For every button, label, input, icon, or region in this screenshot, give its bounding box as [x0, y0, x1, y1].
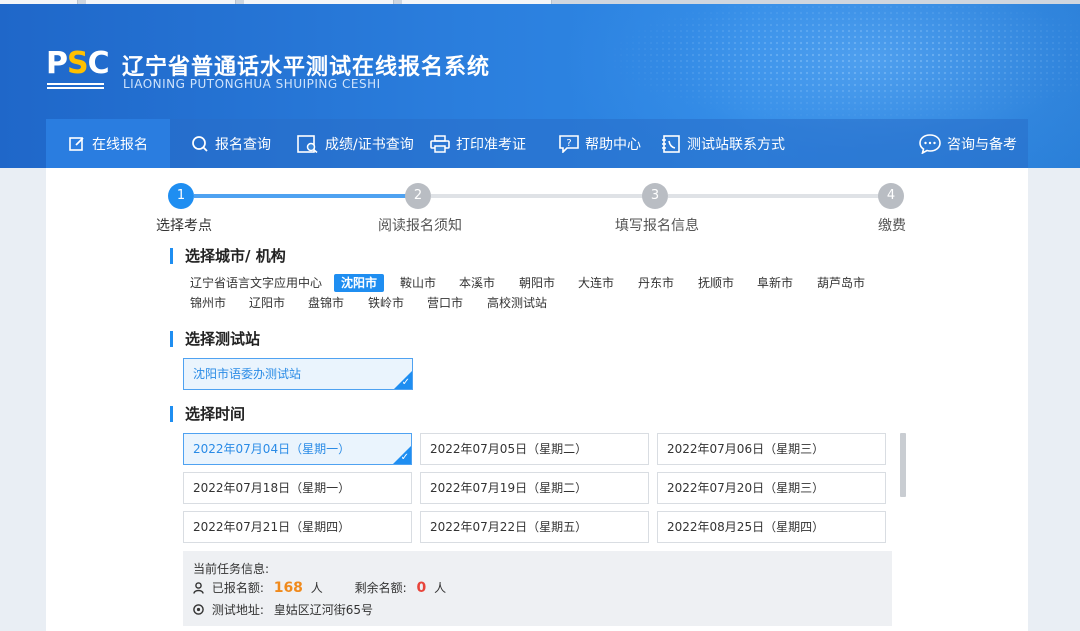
date-option[interactable]: 2022年07月05日（星期二）	[420, 433, 649, 465]
edit-icon	[68, 135, 86, 153]
quota-row: 已报名额: 168 人 剩余名额: 0 人	[193, 579, 446, 597]
step-connector	[431, 194, 649, 198]
nav-score-certificate-query[interactable]: 成绩/证书查询	[297, 119, 414, 168]
city-option[interactable]: 辽阳市	[249, 294, 285, 312]
check-icon: ✓	[400, 452, 409, 463]
section-title-city: 选择城市/ 机构	[170, 248, 286, 264]
city-option-selected[interactable]: 沈阳市	[334, 274, 385, 292]
city-option[interactable]: 铁岭市	[368, 294, 404, 312]
task-info-heading: 当前任务信息:	[193, 562, 270, 576]
printer-icon	[430, 134, 450, 153]
city-option[interactable]: 鞍山市	[400, 274, 436, 292]
date-option[interactable]: 2022年07月18日（星期一）	[183, 472, 412, 504]
date-option[interactable]: 2022年08月25日（星期四）	[657, 511, 886, 543]
step-4-indicator: 4	[878, 183, 904, 209]
city-option[interactable]: 辽宁省语言文字应用中心	[190, 274, 322, 292]
nav-station-contacts[interactable]: 测试站联系方式	[661, 119, 785, 168]
city-option[interactable]: 锦州市	[190, 294, 226, 312]
step-3-label: 填写报名信息	[615, 218, 699, 234]
city-option[interactable]: 阜新市	[757, 274, 793, 292]
remaining-count: 0	[416, 580, 427, 596]
nav-registration-query[interactable]: 报名查询	[191, 119, 271, 168]
main-nav: 在线报名 报名查询 成绩/证书查询 打印准考证 ? 帮助中心 测试站联系方式 咨…	[46, 119, 1028, 168]
city-option[interactable]: 营口市	[427, 294, 463, 312]
step-1-label: 选择考点	[156, 218, 212, 234]
contact-icon	[661, 134, 681, 153]
city-option[interactable]: 高校测试站	[487, 294, 547, 312]
nav-help-center[interactable]: ? 帮助中心	[559, 119, 641, 168]
address-row: 测试地址: 皇姑区辽河街65号	[193, 601, 373, 619]
psc-logo: PSC	[46, 48, 110, 89]
world-map-decoration	[600, 4, 1080, 124]
step-connector	[668, 194, 886, 198]
city-option[interactable]: 盘锦市	[308, 294, 344, 312]
address-value: 皇姑区辽河街65号	[273, 603, 373, 617]
station-option-selected[interactable]: 沈阳市语委办测试站 ✓	[183, 358, 413, 390]
date-option[interactable]: 2022年07月21日（星期四）	[183, 511, 412, 543]
svg-text:?: ?	[566, 138, 571, 149]
chat-icon	[919, 133, 941, 154]
date-option[interactable]: 2022年07月06日（星期三）	[657, 433, 886, 465]
site-subtitle: LIAONING PUTONGHUA SHUIPING CESHI	[123, 77, 381, 91]
city-option[interactable]: 朝阳市	[519, 274, 555, 292]
nav-online-registration[interactable]: 在线报名	[46, 119, 170, 168]
step-2-indicator: 2	[405, 183, 431, 209]
registered-count: 168	[273, 580, 303, 596]
person-icon	[193, 582, 204, 597]
city-option[interactable]: 大连市	[578, 274, 614, 292]
certificate-search-icon	[297, 134, 319, 153]
step-connector	[194, 194, 412, 198]
date-option[interactable]: 2022年07月19日（星期二）	[420, 472, 649, 504]
nav-consult-prep[interactable]: 咨询与备考	[919, 119, 1017, 168]
city-option[interactable]: 本溪市	[459, 274, 495, 292]
step-3-indicator: 3	[642, 183, 668, 209]
nav-print-admission[interactable]: 打印准考证	[430, 119, 526, 168]
location-pin-icon	[193, 604, 204, 619]
help-icon: ?	[559, 134, 579, 153]
section-title-station: 选择测试站	[170, 331, 260, 347]
step-4-label: 缴费	[878, 218, 906, 234]
section-title-time: 选择时间	[170, 406, 245, 422]
dates-scrollbar[interactable]	[900, 433, 906, 497]
date-option[interactable]: 2022年07月20日（星期三）	[657, 472, 886, 504]
date-option[interactable]: 2022年07月22日（星期五）	[420, 511, 649, 543]
check-icon: ✓	[401, 377, 410, 388]
city-option[interactable]: 抚顺市	[698, 274, 734, 292]
city-option[interactable]: 葫芦岛市	[817, 274, 865, 292]
city-option[interactable]: 丹东市	[638, 274, 674, 292]
registration-panel: 1 2 3 4 选择考点 阅读报名须知 填写报名信息 缴费 选择城市/ 机构 辽…	[46, 168, 1028, 631]
step-1-indicator: 1	[168, 183, 194, 209]
step-2-label: 阅读报名须知	[378, 218, 462, 234]
task-info-box: 当前任务信息: 已报名额: 168 人 剩余名额: 0 人 测试地址: 皇姑区辽…	[183, 551, 892, 626]
search-icon	[191, 135, 209, 153]
date-option-selected[interactable]: 2022年07月04日（星期一） ✓	[183, 433, 412, 465]
